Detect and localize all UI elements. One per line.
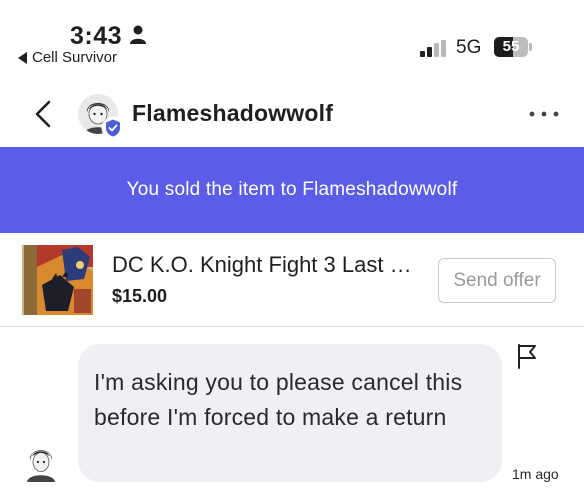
back-app-label: Cell Survivor — [32, 49, 118, 66]
item-price: $15.00 — [112, 286, 168, 306]
status-time: 3:43 — [70, 22, 123, 50]
conversation-username[interactable]: Flameshadowwolf — [132, 100, 333, 127]
message-text: I'm asking you to please cancel this bef… — [94, 369, 463, 430]
sender-avatar[interactable] — [24, 442, 58, 482]
sold-status-text: You sold the item to Flameshadowwolf — [126, 179, 458, 200]
message-timestamp: 1m ago — [512, 466, 559, 482]
back-triangle-icon — [18, 51, 27, 64]
shield-check-icon — [101, 116, 125, 140]
chevron-left-icon[interactable] — [32, 99, 54, 129]
item-title[interactable]: DC K.O. Knight Fight 3 Last Knight on Ea… — [112, 252, 422, 278]
item-thumbnail[interactable] — [22, 245, 93, 315]
sold-status-banner: You sold the item to Flameshadowwolf — [0, 147, 584, 233]
send-offer-button[interactable]: Send offer — [438, 258, 556, 303]
person-icon — [130, 25, 146, 44]
more-horizontal-icon[interactable] — [528, 110, 560, 118]
network-type: 5G — [456, 37, 482, 58]
status-bar: 3:43 Cell Survivor 5G 55 — [0, 0, 584, 76]
item-summary-row[interactable]: DC K.O. Knight Fight 3 Last Knight on Ea… — [0, 233, 584, 327]
battery-percent: 55 — [502, 38, 520, 55]
conversation-header: Flameshadowwolf — [0, 80, 584, 146]
battery-icon: 55 — [494, 37, 532, 57]
back-to-app-link[interactable]: Cell Survivor — [18, 49, 117, 66]
cellular-signal-icon — [420, 40, 446, 57]
message-bubble[interactable]: I'm asking you to please cancel this bef… — [78, 344, 502, 482]
flag-icon[interactable] — [516, 343, 538, 369]
user-avatar[interactable] — [78, 94, 125, 140]
